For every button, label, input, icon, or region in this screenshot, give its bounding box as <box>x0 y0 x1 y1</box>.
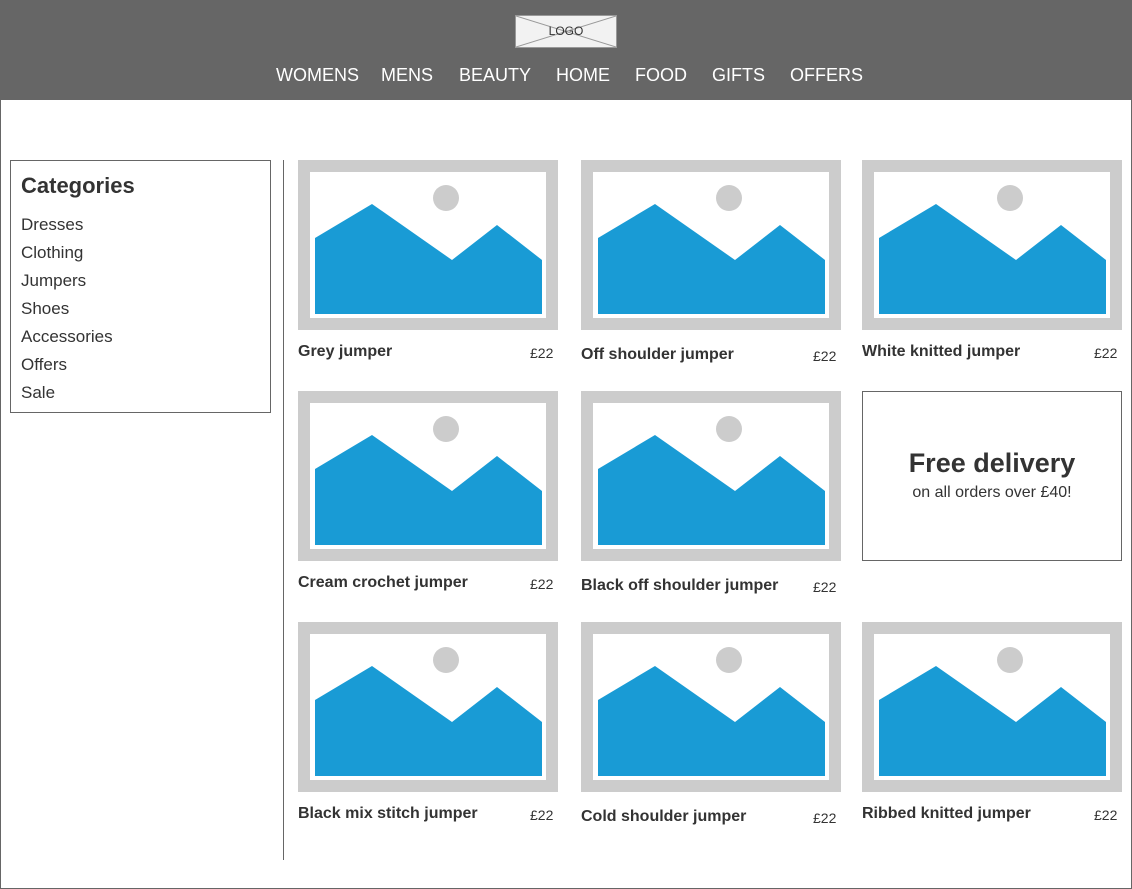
promo-title: Free delivery <box>908 448 1076 478</box>
image-placeholder-icon <box>315 185 542 314</box>
product-price: £22 <box>813 810 837 826</box>
nav-item-mens[interactable]: MENS <box>381 62 433 88</box>
category-jumpers[interactable]: Jumpers <box>21 269 86 293</box>
product-card[interactable]: Ribbed knitted jumper £22 <box>862 622 1122 832</box>
category-clothing[interactable]: Clothing <box>21 241 83 265</box>
nav-item-offers[interactable]: OFFERS <box>790 62 863 88</box>
logo[interactable]: LOGO <box>515 15 617 48</box>
product-image[interactable] <box>581 391 841 561</box>
product-card[interactable]: White knitted jumper £22 <box>862 160 1122 370</box>
category-shoes[interactable]: Shoes <box>21 297 69 321</box>
product-price: £22 <box>1094 345 1118 361</box>
image-placeholder-icon <box>315 416 542 545</box>
product-name[interactable]: Ribbed knitted jumper <box>862 805 1031 823</box>
category-sale[interactable]: Sale <box>21 381 55 405</box>
site-header: LOGO WOMENS MENS BEAUTY HOME FOOD GIFTS … <box>0 0 1132 100</box>
product-card[interactable]: Cold shoulder jumper £22 <box>581 622 841 832</box>
image-placeholder-icon <box>315 647 542 776</box>
category-accessories[interactable]: Accessories <box>21 325 113 349</box>
nav-item-beauty[interactable]: BEAUTY <box>459 62 531 88</box>
product-image[interactable] <box>298 160 558 330</box>
product-price: £22 <box>530 576 554 592</box>
product-image[interactable] <box>862 160 1122 330</box>
product-price: £22 <box>1094 807 1118 823</box>
product-card[interactable]: Black mix stitch jumper £22 <box>298 622 558 832</box>
product-card[interactable]: Off shoulder jumper £22 <box>581 160 841 370</box>
image-placeholder-icon <box>598 185 825 314</box>
product-name[interactable]: Cold shoulder jumper <box>581 808 746 826</box>
image-placeholder-icon <box>598 416 825 545</box>
product-price: £22 <box>530 345 554 361</box>
product-card[interactable]: Cream crochet jumper £22 <box>298 391 558 601</box>
product-price: £22 <box>813 579 837 595</box>
content-divider <box>283 160 284 860</box>
product-image[interactable] <box>298 391 558 561</box>
product-image[interactable] <box>581 622 841 792</box>
product-image[interactable] <box>581 160 841 330</box>
nav-item-gifts[interactable]: GIFTS <box>712 62 765 88</box>
promo-subtitle: on all orders over £40! <box>912 484 1072 501</box>
product-card[interactable]: Black off shoulder jumper £22 <box>581 391 841 601</box>
product-name[interactable]: Off shoulder jumper <box>581 346 734 364</box>
product-name[interactable]: Grey jumper <box>298 343 392 361</box>
product-price: £22 <box>813 348 837 364</box>
free-delivery-banner[interactable]: Free delivery on all orders over £40! <box>862 391 1122 561</box>
nav-item-food[interactable]: FOOD <box>635 62 687 88</box>
product-name[interactable]: Black off shoulder jumper <box>581 577 778 595</box>
image-placeholder-icon <box>879 647 1106 776</box>
product-image[interactable] <box>298 622 558 792</box>
product-name[interactable]: White knitted jumper <box>862 343 1020 361</box>
category-dresses[interactable]: Dresses <box>21 213 83 237</box>
product-card[interactable]: Grey jumper £22 <box>298 160 558 370</box>
product-price: £22 <box>530 807 554 823</box>
logo-text: LOGO <box>548 24 584 38</box>
categories-title: Categories <box>21 173 135 198</box>
nav-item-womens[interactable]: WOMENS <box>276 62 359 88</box>
category-offers[interactable]: Offers <box>21 353 67 377</box>
product-name[interactable]: Cream crochet jumper <box>298 574 468 592</box>
product-image[interactable] <box>862 622 1122 792</box>
image-placeholder-icon <box>879 185 1106 314</box>
product-name[interactable]: Black mix stitch jumper <box>298 805 478 823</box>
nav-item-home[interactable]: HOME <box>556 62 610 88</box>
image-placeholder-icon <box>598 647 825 776</box>
categories-panel: Categories Dresses Clothing Jumpers Shoe… <box>10 160 271 413</box>
